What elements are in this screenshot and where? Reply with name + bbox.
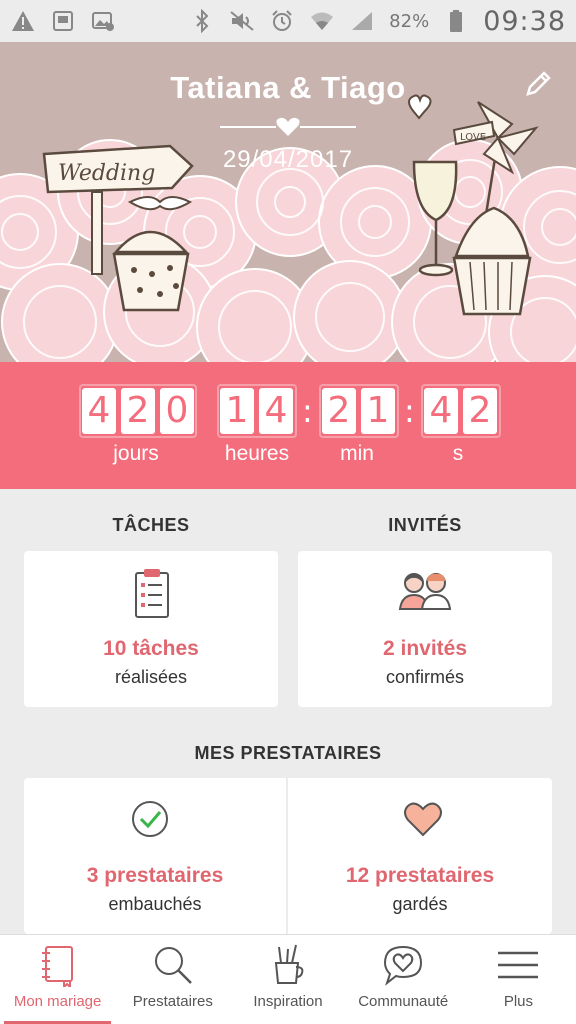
- couple-names: Tatiana & Tiago: [170, 70, 406, 105]
- seconds-digit: 4: [424, 388, 458, 434]
- guests-sub: confirmés: [385, 667, 465, 687]
- time-separator: :: [302, 392, 313, 430]
- seconds-label: s: [452, 442, 464, 465]
- saved-vendors-sub: gardés: [392, 894, 448, 914]
- wedding-header: Wedding LOVE Tatiana & Tiago 29/04/2017: [0, 42, 576, 362]
- hired-vendors-card[interactable]: 3 prestataires embauchés: [24, 778, 286, 934]
- tasks-card[interactable]: 10 tâches réalisées: [24, 551, 278, 707]
- nav-label: Plus: [503, 993, 533, 1010]
- days-digit: 2: [121, 388, 155, 434]
- bluetooth-icon: [189, 9, 215, 33]
- hours-label: heures: [224, 442, 290, 465]
- battery-icon: [443, 9, 469, 33]
- nav-mon-mariage[interactable]: Mon mariage: [0, 935, 115, 1024]
- pencil-cup-icon: [274, 944, 304, 984]
- image-icon: [90, 9, 116, 33]
- minutes-digit: 1: [361, 388, 395, 434]
- minutes-label: min: [340, 442, 374, 465]
- saved-vendors-card[interactable]: 12 prestataires gardés: [288, 778, 552, 934]
- battery-percent: 82%: [389, 10, 430, 32]
- nav-label: Inspiration: [253, 993, 323, 1010]
- status-bar: 82% 09:38: [0, 0, 576, 42]
- wedding-date: 29/04/2017: [222, 146, 354, 173]
- seconds-digit: 2: [463, 388, 497, 434]
- guests-count: 2 invités: [382, 637, 468, 660]
- chat-heart-icon: [384, 945, 423, 986]
- clock: 09:38: [483, 5, 566, 37]
- nav-label: Prestataires: [132, 993, 213, 1010]
- hours-digit: 4: [259, 388, 293, 434]
- days-label: jours: [113, 442, 159, 465]
- days-digit: 4: [82, 388, 116, 434]
- warning-icon: [10, 9, 36, 33]
- vendors-title: MES PRESTATAIRES: [194, 743, 382, 763]
- countdown-banner: 4 2 0 1 4 : 2 1 : 4 2 jours heures min s: [0, 362, 576, 489]
- hours-digit: 1: [220, 388, 254, 434]
- nav-prestataires[interactable]: Prestataires: [115, 935, 230, 1024]
- heart-divider: [220, 117, 356, 136]
- hired-vendors-count: 3 prestataires: [86, 864, 224, 887]
- minutes-digit: 2: [322, 388, 356, 434]
- nav-plus[interactable]: Plus: [461, 935, 576, 1024]
- menu-icon: [498, 951, 539, 979]
- notebook-icon: [41, 946, 73, 987]
- cupcake-left-illustration: [112, 230, 190, 312]
- svg-text:LOVE: LOVE: [460, 132, 486, 143]
- search-icon: [154, 947, 192, 984]
- tasks-sub: réalisées: [114, 667, 188, 687]
- guests-card[interactable]: 2 invités confirmés: [298, 551, 552, 707]
- photo-icon: [50, 9, 76, 33]
- tasks-title: TÂCHES: [112, 515, 190, 535]
- nav-communaute[interactable]: Communauté: [346, 935, 461, 1024]
- wifi-icon: [309, 9, 335, 33]
- guests-title: INVITÉS: [388, 515, 462, 535]
- days-digit: 0: [160, 388, 194, 434]
- signal-icon: [349, 9, 375, 33]
- mute-icon: [229, 9, 255, 33]
- time-separator: :: [404, 392, 415, 430]
- clipboard-icon: [135, 569, 169, 618]
- nav-inspiration[interactable]: Inspiration: [230, 935, 345, 1024]
- alarm-icon: [269, 9, 295, 33]
- tasks-count: 10 tâches: [103, 637, 199, 660]
- nav-label: Mon mariage: [13, 993, 102, 1010]
- bottom-navigation: Mon mariage Prestataires Inspiration Com…: [0, 934, 576, 1024]
- nav-label: Communauté: [358, 993, 449, 1010]
- guests-icon: [398, 573, 452, 610]
- heart-icon: [404, 802, 442, 837]
- saved-vendors-count: 12 prestataires: [345, 864, 495, 887]
- hired-vendors-sub: embauchés: [108, 894, 202, 914]
- edit-icon[interactable]: [522, 68, 554, 100]
- checkmark-icon: [132, 801, 168, 837]
